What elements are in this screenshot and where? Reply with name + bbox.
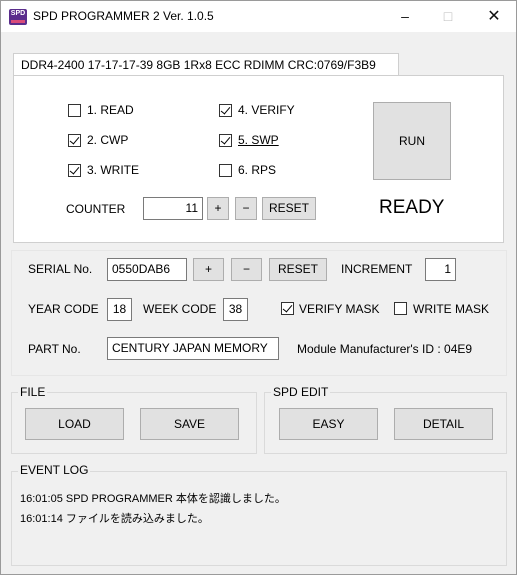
swp-checkbox[interactable]	[219, 134, 232, 147]
load-button[interactable]: LOAD	[25, 408, 124, 440]
part-no-label: PART No.	[28, 342, 81, 356]
counter-field[interactable]: 11	[143, 197, 203, 220]
write-checkbox[interactable]	[68, 164, 81, 177]
log-line: 16:01:05 SPD PROGRAMMER 本体を認識しました。	[20, 493, 286, 505]
app-logo-icon: SPD	[9, 9, 27, 25]
log-line: 16:01:14 ファイルを読み込みました。	[20, 513, 209, 525]
tab-label: DDR4-2400 17-17-17-39 8GB 1Rx8 ECC RDIMM…	[21, 58, 376, 72]
minimize-icon[interactable]: –	[382, 1, 428, 32]
serial-reset-button[interactable]: RESET	[269, 258, 327, 281]
spd-edit-group-title: SPD EDIT	[271, 385, 331, 399]
maximize-icon[interactable]: □	[425, 1, 471, 32]
serial-field[interactable]: 0550DAB6	[107, 258, 187, 281]
window-title: SPD PROGRAMMER 2 Ver. 1.0.5	[33, 9, 214, 23]
run-button[interactable]: RUN	[373, 102, 451, 180]
year-code-field[interactable]: 18	[107, 298, 132, 321]
title-bar: SPD SPD PROGRAMMER 2 Ver. 1.0.5 – □ ✕	[1, 1, 516, 32]
counter-minus-button[interactable]: −	[235, 197, 257, 220]
save-button[interactable]: SAVE	[140, 408, 239, 440]
write-label: 3. WRITE	[87, 163, 140, 177]
verify-mask-checkbox[interactable]	[281, 302, 294, 315]
status-text: READY	[379, 197, 445, 218]
serial-plus-button[interactable]: +	[193, 258, 224, 281]
counter-plus-button[interactable]: +	[207, 197, 229, 220]
event-log-title: EVENT LOG	[18, 463, 91, 477]
close-icon[interactable]: ✕	[471, 1, 517, 32]
verify-label: 4. VERIFY	[238, 103, 295, 117]
write-mask-checkbox[interactable]	[394, 302, 407, 315]
increment-field[interactable]: 1	[425, 258, 456, 281]
app-window: SPD SPD PROGRAMMER 2 Ver. 1.0.5 – □ ✕ DD…	[0, 0, 517, 575]
serial-label: SERIAL No.	[28, 262, 93, 276]
cwp-label: 2. CWP	[87, 133, 129, 147]
detail-button[interactable]: DETAIL	[394, 408, 493, 440]
manufacturer-id-text: Module Manufacturer's ID : 04E9	[297, 342, 473, 356]
serial-minus-button[interactable]: −	[231, 258, 262, 281]
read-label: 1. READ	[87, 103, 134, 117]
increment-label: INCREMENT	[341, 262, 413, 276]
verify-checkbox[interactable]	[219, 104, 232, 117]
read-checkbox[interactable]	[68, 104, 81, 117]
tab-module-info[interactable]: DDR4-2400 17-17-17-39 8GB 1Rx8 ECC RDIMM…	[13, 53, 399, 76]
counter-label: COUNTER	[66, 202, 126, 216]
write-mask-label: WRITE MASK	[413, 302, 490, 316]
year-code-label: YEAR CODE	[28, 302, 99, 316]
week-code-label: WEEK CODE	[143, 302, 217, 316]
easy-button[interactable]: EASY	[279, 408, 378, 440]
week-code-field[interactable]: 38	[223, 298, 248, 321]
cwp-checkbox[interactable]	[68, 134, 81, 147]
operations-panel: 1. READ 2. CWP 3. WRITE 4. VERIFY 5. SWP…	[13, 75, 504, 243]
rps-checkbox[interactable]	[219, 164, 232, 177]
part-no-field[interactable]: CENTURY JAPAN MEMORY	[107, 337, 279, 360]
counter-reset-button[interactable]: RESET	[262, 197, 316, 220]
file-group-title: FILE	[18, 385, 48, 399]
verify-mask-label: VERIFY MASK	[299, 302, 380, 316]
swp-label: 5. SWP	[238, 133, 279, 147]
rps-label: 6. RPS	[238, 163, 277, 177]
